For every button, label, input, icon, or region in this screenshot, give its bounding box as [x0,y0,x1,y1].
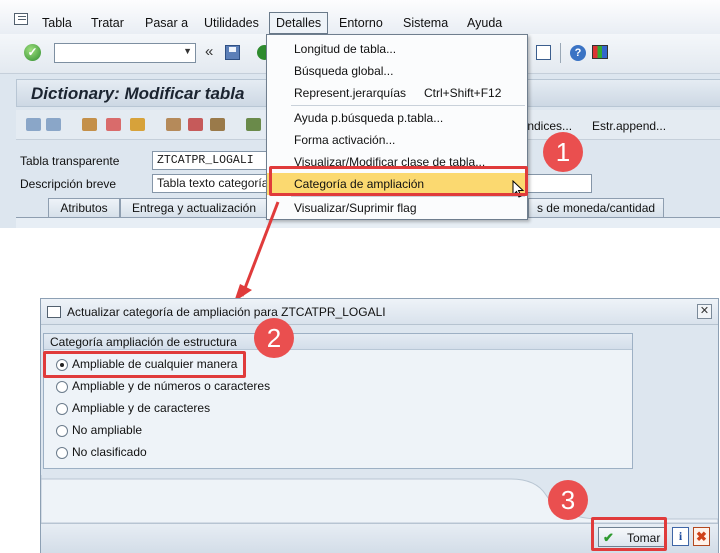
window-menu-icon[interactable] [47,306,61,318]
menu-detalles[interactable]: Detalles [269,12,329,34]
customize-layout-icon[interactable] [592,45,608,59]
radio-button[interactable] [56,447,68,459]
radio-label: Ampliable y de números o caracteres [72,379,271,393]
menu-item-label: Longitud de tabla... [294,42,397,56]
menu-pasar-a[interactable]: Pasar a [145,16,188,30]
group-title: Categoría ampliación de estructura [50,335,237,349]
double-chevron-left-icon[interactable]: « [205,43,213,60]
dialog-title: Actualizar categoría de ampliación para … [67,305,386,319]
radio-label: No clasificado [72,445,147,459]
arrow-left-icon[interactable] [26,118,41,131]
table-type-label: Tabla transparente [20,154,120,168]
create-session-icon[interactable] [536,45,551,60]
toolbar-separator [560,43,561,63]
menu-bar: Tabla Tratar Pasar a Utilidades Detalles… [0,0,720,34]
menu-item-shortcut: Ctrl+Shift+F12 [424,86,502,100]
dialog-titlebar: Actualizar categoría de ampliación para … [41,299,718,325]
step-badge-1: 1 [543,132,583,172]
ok-icon[interactable]: ✓ [24,44,41,61]
indices-button[interactable]: Índices... [524,119,572,133]
info-icon[interactable]: i [672,527,689,546]
arrow-annotation [234,201,280,302]
where-used-icon[interactable] [166,118,181,131]
tab-moneda-cantidad[interactable]: s de moneda/cantidad [528,198,664,218]
menu-item-label: Represent.jerarquías [294,86,407,100]
activate-icon[interactable] [130,118,145,131]
short-description-field[interactable]: Tabla texto categoría [152,174,272,193]
menu-item-label: Visualizar/Suprimir flag [294,201,417,215]
radio-label: Ampliable y de caracteres [72,401,211,415]
enhancement-category-dialog: Actualizar categoría de ampliación para … [40,298,719,553]
radio-button[interactable] [56,425,68,437]
dialog-footer-curve [41,475,718,523]
menu-utilidades[interactable]: Utilidades [204,16,259,30]
radio-button[interactable] [56,381,68,393]
table-name-field[interactable]: ZTCATPR_LOGALI [152,151,272,170]
display-change-icon[interactable] [82,118,97,131]
page-title: Dictionary: Modificar tabla [31,84,245,103]
highlight-box-radio-option [43,351,246,378]
menu-item-label: Búsqueda global... [294,64,394,78]
tab-atributos[interactable]: Atributos [48,198,120,218]
navigation-icon[interactable] [210,118,225,131]
radio-button[interactable] [56,403,68,415]
menu-item-busqueda-global[interactable]: Búsqueda global... [267,60,527,82]
hierarchy-icon[interactable] [246,118,261,131]
short-description-label: Descripción breve [20,177,117,191]
window-menu-icon[interactable] [14,13,28,25]
menu-item-suprimir-flag[interactable]: Visualizar/Suprimir flag [267,197,527,219]
radio-label: No ampliable [72,423,143,437]
step-badge-3: 3 [548,480,588,520]
menu-separator [291,105,525,106]
menu-item-longitud-tabla[interactable]: Longitud de tabla... [267,38,527,60]
menu-item-label: Forma activación... [294,133,396,147]
menu-ayuda[interactable]: Ayuda [467,16,502,30]
menu-item-label: Ayuda p.búsqueda p.tabla... [294,111,444,125]
cancel-icon[interactable]: ✖ [693,527,710,546]
menu-tratar[interactable]: Tratar [91,16,124,30]
menu-tabla[interactable]: Tabla [42,16,72,30]
other-object-icon[interactable] [106,118,121,131]
save-icon[interactable] [225,45,240,60]
chevron-down-icon[interactable]: ▼ [183,46,192,56]
command-field[interactable]: ▼ [54,43,196,63]
menu-item-ayuda-busqueda[interactable]: Ayuda p.búsqueda p.tabla... [267,107,527,129]
append-structure-button[interactable]: Estr.append... [592,119,666,133]
menu-item-represent-jerarquias[interactable]: Represent.jerarquías Ctrl+Shift+F12 [267,82,527,104]
highlight-box-menu-item [269,166,528,196]
close-icon[interactable]: ✕ [697,304,712,319]
highlight-box-tomar [591,517,667,551]
edit-icon[interactable] [188,118,203,131]
step-badge-2: 2 [254,318,294,358]
group-header: Categoría ampliación de estructura [44,334,632,350]
menu-entorno[interactable]: Entorno [339,16,383,30]
short-description-field-end[interactable] [526,174,592,193]
help-icon[interactable]: ? [570,45,586,61]
menu-item-forma-activacion[interactable]: Forma activación... [267,129,527,151]
menu-sistema[interactable]: Sistema [403,16,448,30]
arrow-right-icon[interactable] [46,118,61,131]
